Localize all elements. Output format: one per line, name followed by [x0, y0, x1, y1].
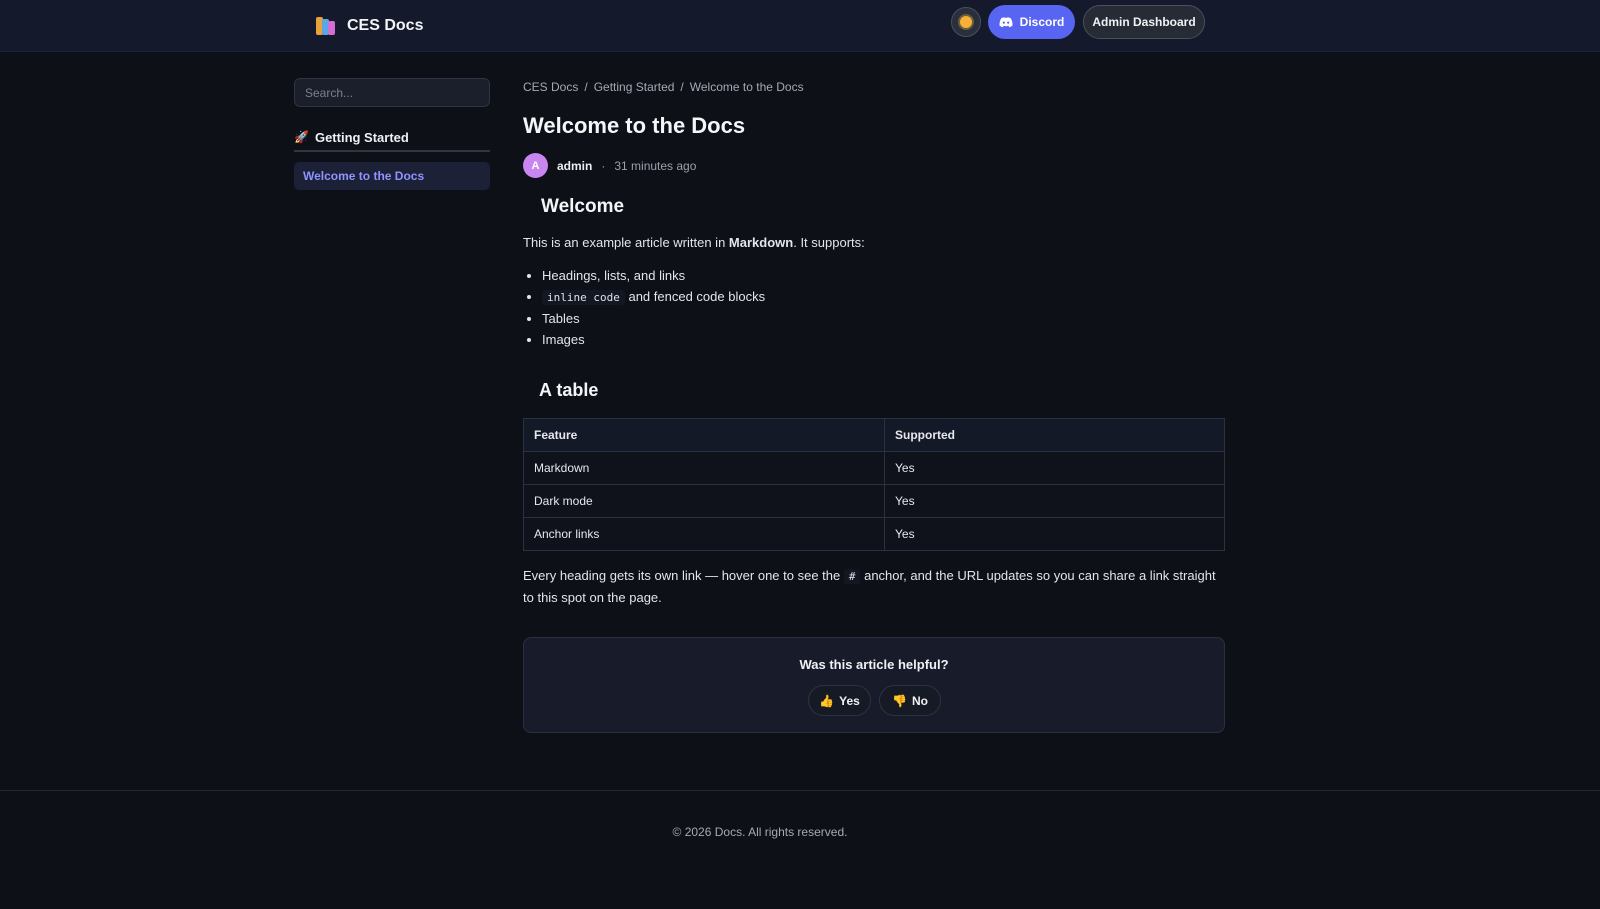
top-navbar: CES Docs Discord Admin Dashboard: [0, 0, 1600, 52]
table-cell: Yes: [884, 517, 1225, 551]
breadcrumb-separator: /: [680, 80, 684, 94]
heading-welcome[interactable]: Welcome: [541, 196, 1225, 224]
table-cell: Yes: [884, 484, 1225, 518]
table-header-row: Feature Supported: [523, 418, 1225, 452]
page-title: Welcome to the Docs: [523, 113, 746, 138]
breadcrumb-separator: /: [584, 80, 588, 94]
breadcrumb-current: Welcome to the Docs: [689, 80, 804, 94]
table-row: Anchor links Yes: [523, 517, 1225, 551]
breadcrumb-getting-started[interactable]: Getting Started: [594, 80, 675, 94]
sidebar-item-welcome-to-the-docs[interactable]: Welcome to the Docs: [294, 162, 490, 190]
table-cell: Markdown: [523, 451, 885, 485]
table-header-feature: Feature: [523, 418, 885, 452]
admin-dashboard-button[interactable]: Admin Dashboard: [1083, 5, 1205, 39]
sun-icon: [960, 16, 972, 28]
published-time: 31 minutes ago: [614, 158, 697, 173]
closing-paragraph: Every heading gets its own link — hover …: [523, 565, 1225, 608]
footer: © 2026 Docs. All rights reserved.: [0, 790, 1600, 909]
rocket-icon: 🚀: [294, 130, 309, 144]
search-input[interactable]: [294, 78, 490, 107]
feedback-yes-label: Yes: [839, 693, 860, 708]
discord-button[interactable]: Discord: [988, 5, 1075, 39]
list-item-text: and fenced code blocks: [624, 289, 766, 304]
sidebar-category-getting-started[interactable]: 🚀 Getting Started: [294, 124, 490, 152]
books-logo-icon: [316, 17, 336, 35]
table-cell: Anchor links: [523, 517, 885, 551]
article-meta: A admin · 31 minutes ago: [523, 153, 696, 178]
table-cell: Yes: [884, 451, 1225, 485]
feedback-yes-button[interactable]: 👍 Yes: [808, 685, 871, 716]
admin-dashboard-label: Admin Dashboard: [1092, 15, 1196, 29]
author-name[interactable]: admin: [557, 159, 592, 173]
feedback-no-label: No: [911, 693, 928, 708]
brand-name: CES Docs: [347, 17, 424, 34]
article-body: Welcome This is an example article writt…: [523, 196, 1225, 608]
breadcrumb: CES Docs / Getting Started / Welcome to …: [523, 80, 804, 94]
table-header-supported: Supported: [884, 418, 1225, 452]
thumbs-down-icon: 👎: [892, 693, 907, 708]
sidebar-item-label: Welcome to the Docs: [303, 169, 425, 183]
heading-a-table[interactable]: A table: [539, 380, 1225, 406]
list-item: inline code and fenced code blocks: [542, 286, 1225, 308]
meta-separator: ·: [601, 158, 606, 173]
table-row: Dark mode Yes: [523, 484, 1225, 518]
closing-text: Every heading gets its own link — hover …: [523, 568, 844, 583]
breadcrumb-ces-docs[interactable]: CES Docs: [523, 80, 578, 94]
intro-bold: Markdown: [728, 235, 794, 250]
discord-label: Discord: [1019, 15, 1065, 29]
thumbs-up-icon: 👍: [819, 693, 835, 708]
intro-text-end: . It supports:: [793, 235, 865, 250]
table-row: Markdown Yes: [523, 451, 1225, 485]
feedback-box: Was this article helpful? 👍 Yes 👎 No: [523, 637, 1225, 733]
list-item: Images: [542, 329, 1225, 350]
anchor-code: #: [843, 569, 861, 584]
intro-paragraph: This is an example article written in Ma…: [523, 232, 1225, 253]
discord-icon: [999, 16, 1013, 27]
feedback-question: Was this article helpful?: [799, 657, 949, 672]
feature-list: Headings, lists, and links inline code a…: [523, 265, 1225, 350]
list-item: Tables: [542, 308, 1225, 329]
table-cell: Dark mode: [523, 484, 885, 518]
feature-table: Feature Supported Markdown Yes Dark mode…: [523, 418, 1225, 551]
brand-link[interactable]: CES Docs: [316, 13, 423, 39]
theme-toggle-button[interactable]: [951, 7, 981, 37]
list-item: Headings, lists, and links: [542, 265, 1225, 286]
avatar: A: [523, 153, 548, 178]
sidebar-category-label: Getting Started: [314, 129, 409, 145]
intro-text: This is an example article written in: [523, 235, 729, 250]
inline-code: inline code: [542, 290, 625, 305]
copyright-text: © 2026 Docs. All rights reserved.: [672, 825, 848, 839]
feedback-no-button[interactable]: 👎 No: [879, 685, 941, 716]
